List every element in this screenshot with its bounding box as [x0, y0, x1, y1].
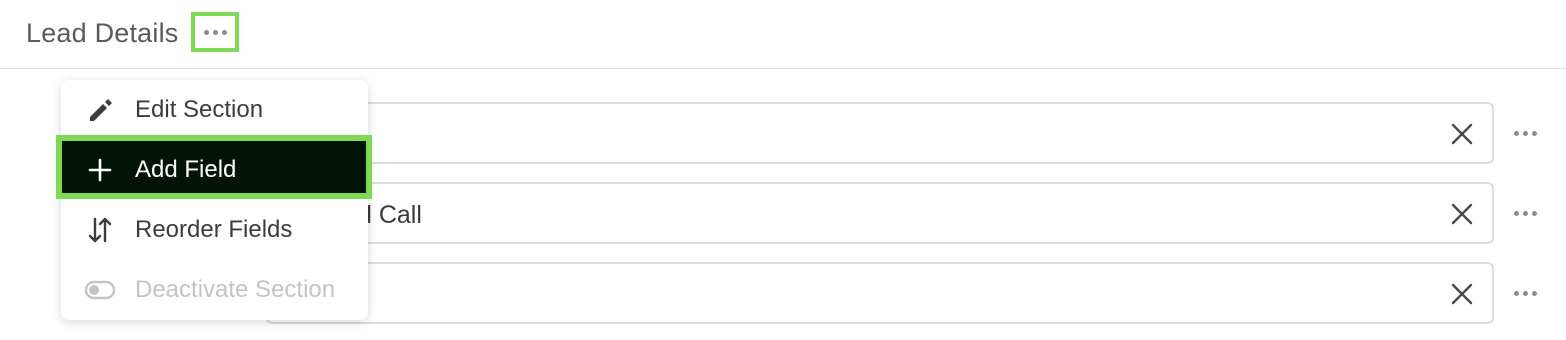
field-menu-button[interactable] [1508, 281, 1542, 305]
menu-item-label: Deactivate Section [135, 276, 336, 303]
ellipsis-icon [1513, 210, 1537, 216]
menu-item-label: Add Field [135, 156, 237, 183]
section-actions-menu: Edit Section Add Field Reorder Fields De… [56, 80, 372, 320]
field-row[interactable]: d Call [266, 182, 1494, 244]
ellipsis-icon [203, 29, 227, 35]
ellipsis-icon [1513, 130, 1537, 136]
section-title: Lead Details [26, 18, 179, 48]
field-row[interactable] [266, 102, 1494, 164]
ellipsis-icon [1513, 290, 1537, 296]
close-icon[interactable] [1450, 202, 1474, 226]
menu-item-label: Reorder Fields [135, 216, 293, 243]
menu-item-label: Edit Section [135, 96, 264, 123]
section-header: Lead Details [0, 0, 1566, 69]
menu-item-deactivate-section: Deactivate Section [61, 260, 368, 320]
close-icon[interactable] [1450, 282, 1474, 306]
field-row[interactable]: t [266, 262, 1494, 324]
menu-item-reorder-fields[interactable]: Reorder Fields [61, 200, 368, 260]
field-menu-button[interactable] [1508, 201, 1542, 225]
plus-icon [88, 158, 112, 182]
menu-item-add-field[interactable]: Add Field [56, 135, 372, 200]
pencil-icon [90, 99, 112, 121]
reorder-arrows-icon [88, 217, 112, 243]
toggle-icon [84, 280, 116, 300]
close-icon[interactable] [1450, 122, 1474, 146]
section-menu-button[interactable] [191, 12, 239, 52]
lead-details-page: Lead Details d Call t [0, 0, 1566, 340]
menu-item-edit-section[interactable]: Edit Section [61, 80, 368, 140]
field-menu-button[interactable] [1508, 121, 1542, 145]
